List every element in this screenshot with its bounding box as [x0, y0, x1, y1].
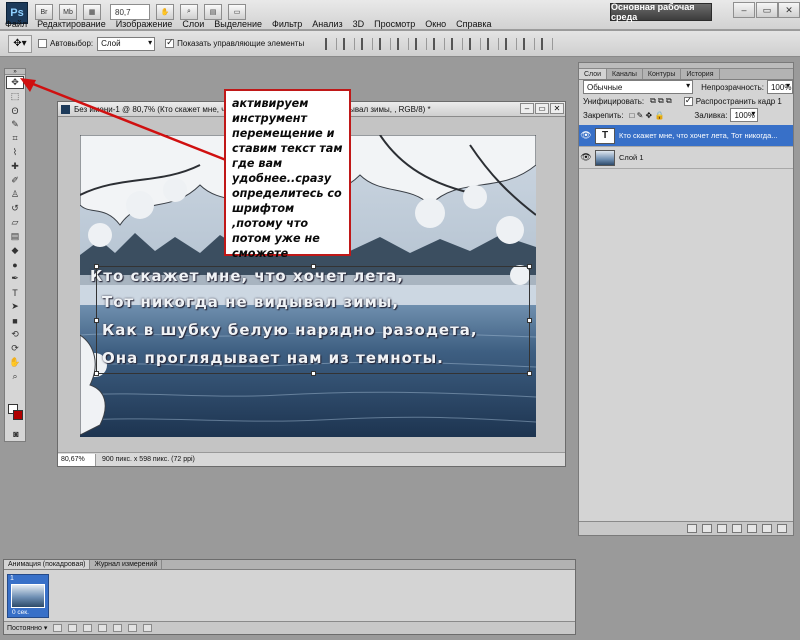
tab-channels[interactable]: Каналы [607, 69, 643, 79]
instruction-callout: активируем инструмент перемещение и став… [224, 89, 351, 260]
new-group-icon[interactable] [747, 524, 757, 533]
propagate-frame-label: Распространить кадр 1 [695, 96, 782, 106]
loop-option[interactable]: Постоянно [7, 625, 42, 632]
tween-icon[interactable] [113, 624, 123, 632]
tab-paths[interactable]: Контуры [643, 69, 682, 79]
tab-animation[interactable]: Анимация (покадровая) [4, 560, 91, 569]
frame-thumbnail [11, 584, 45, 608]
duplicate-frame-icon[interactable] [128, 624, 138, 632]
tab-measurement-log[interactable]: Журнал измерений [90, 560, 163, 569]
layers-panel-footer [579, 521, 793, 535]
image-layer-thumbnail [595, 149, 615, 166]
visibility-eye-icon[interactable]: 👁 [579, 130, 593, 141]
layer-row-image[interactable]: 👁 Слой 1 [579, 147, 793, 169]
blend-row: Обычные Непрозрачность: 100% [579, 80, 793, 94]
layer-style-icon[interactable] [702, 524, 712, 533]
frame-duration[interactable]: 0 сек. [12, 609, 29, 616]
blend-mode-dropdown[interactable]: Обычные [583, 80, 694, 94]
animation-panel: Анимация (покадровая) Журнал измерений 1… [3, 559, 576, 635]
delete-frame-icon[interactable] [143, 624, 153, 632]
add-mask-icon[interactable] [717, 524, 727, 533]
layer-name: Слой 1 [619, 153, 644, 162]
tab-layers[interactable]: Слои [579, 69, 608, 79]
layer-name: Кто скажет мне, что хочет лета, Тот нико… [619, 131, 778, 140]
animation-controls: Постоянно ▾ [4, 621, 575, 634]
fill-label: Заливка: [694, 110, 728, 120]
layers-panel: Слои Каналы Контуры История Обычные Непр… [578, 62, 794, 536]
tab-history[interactable]: История [681, 69, 720, 79]
opacity-field[interactable]: 100% [766, 80, 793, 94]
layer-row-text[interactable]: 👁 T Кто скажет мне, что хочет лета, Тот … [579, 125, 793, 147]
visibility-eye-icon[interactable]: 👁 [579, 152, 593, 163]
lock-icons[interactable]: □ ✎ ✥ 🔒 [630, 111, 665, 120]
first-frame-icon[interactable] [53, 624, 63, 632]
lock-row: Закрепить: □ ✎ ✥ 🔒 Заливка: 100% [579, 108, 793, 122]
unify-label: Унифицировать: [583, 96, 645, 106]
next-frame-icon[interactable] [98, 624, 108, 632]
animation-tabs: Анимация (покадровая) Журнал измерений [4, 560, 575, 570]
opacity-label: Непрозрачность: [701, 82, 764, 92]
unify-row: Унифицировать: ⧉ ⧉ ⧉ Распространить кадр… [579, 94, 793, 108]
unify-icons[interactable]: ⧉ ⧉ ⧉ [650, 96, 672, 106]
delete-layer-icon[interactable] [777, 524, 787, 533]
link-layers-icon[interactable] [687, 524, 697, 533]
adjustment-layer-icon[interactable] [732, 524, 742, 533]
text-layer-thumbnail-icon: T [595, 127, 615, 144]
animation-frame[interactable]: 1 0 сек. [7, 574, 49, 618]
panel-tabs: Слои Каналы Контуры История [579, 69, 793, 80]
lock-label: Закрепить: [583, 110, 624, 120]
frame-number: 1 [10, 575, 14, 582]
play-icon[interactable] [83, 624, 93, 632]
instruction-text: активируем инструмент перемещение и став… [232, 97, 343, 260]
prev-frame-icon[interactable] [68, 624, 78, 632]
fill-field[interactable]: 100% [730, 108, 759, 122]
propagate-frame-checkbox[interactable]: Распространить кадр 1 [683, 95, 782, 106]
new-layer-icon[interactable] [762, 524, 772, 533]
loop-dropdown-icon[interactable]: ▾ [44, 624, 48, 632]
